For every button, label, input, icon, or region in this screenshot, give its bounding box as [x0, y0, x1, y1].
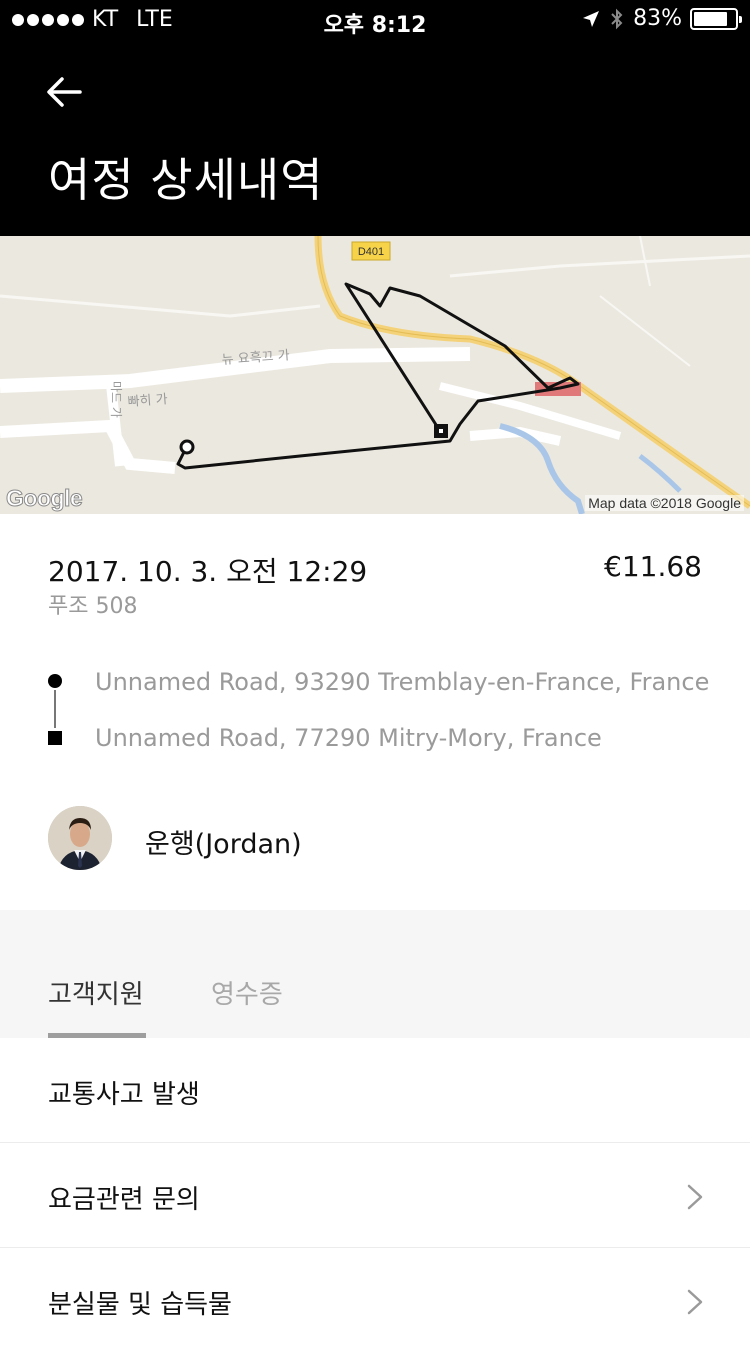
map-canvas: D401 뉴 요흑끄 가 빠히 가 마드 가	[0, 236, 750, 514]
google-logo: Google	[5, 485, 83, 512]
status-bar: KT LTE 오후 8:12 83%	[0, 0, 750, 40]
location-arrow-icon	[583, 10, 600, 27]
street-label: 빠히 가	[127, 392, 168, 410]
arrow-left-icon	[47, 77, 82, 107]
battery-level	[694, 11, 728, 26]
chevron-right-icon	[687, 1184, 703, 1210]
road-label: D401	[358, 246, 384, 258]
chevron-right-icon	[687, 1289, 703, 1315]
pickup-dot-icon	[48, 674, 62, 688]
dropoff-address: Unnamed Road, 77290 Mitry-Mory, France	[95, 724, 602, 752]
back-button[interactable]	[44, 70, 92, 114]
driver-name: 운행(Jordan)	[145, 829, 302, 860]
list-item-label: 교통사고 발생	[48, 1080, 200, 1110]
tab-bar: 고객지원 영수증	[0, 910, 750, 1038]
bluetooth-icon	[611, 8, 623, 29]
list-item-accident[interactable]: 교통사고 발생	[0, 1038, 750, 1143]
list-item-fare-inquiry[interactable]: 요금관련 문의	[0, 1143, 750, 1248]
battery-percent: 83%	[633, 6, 682, 31]
battery-icon	[690, 7, 742, 30]
map-attribution: Map data ©2018 Google	[585, 495, 744, 511]
list-item-lost-found[interactable]: 분실물 및 습득물	[0, 1248, 750, 1353]
trip-map[interactable]: D401 뉴 요흑끄 가 빠히 가 마드 가 Google Map data ©…	[0, 236, 750, 514]
page-title: 여정 상세내역	[48, 153, 324, 207]
route-connector	[54, 690, 56, 728]
pickup-address: Unnamed Road, 93290 Tremblay-en-France, …	[95, 668, 710, 696]
trip-fare: €11.68	[604, 550, 702, 583]
tab-receipt[interactable]: 영수증	[211, 974, 283, 1011]
app-header: 여정 상세내역	[0, 40, 750, 236]
dropoff-square-icon	[48, 731, 62, 745]
list-item-label: 요금관련 문의	[48, 1185, 200, 1215]
route-path	[176, 282, 580, 470]
tab-support[interactable]: 고객지원	[48, 974, 144, 1011]
list-item-label: 분실물 및 습득물	[48, 1290, 232, 1320]
pickup-marker	[179, 439, 195, 455]
vehicle-model: 푸조 508	[48, 594, 138, 619]
trip-date: 2017. 10. 3. 오전 12:29	[48, 555, 368, 588]
status-right: 83%	[581, 6, 742, 31]
street-label: 마드 가	[109, 381, 123, 418]
driver-avatar	[48, 806, 112, 870]
